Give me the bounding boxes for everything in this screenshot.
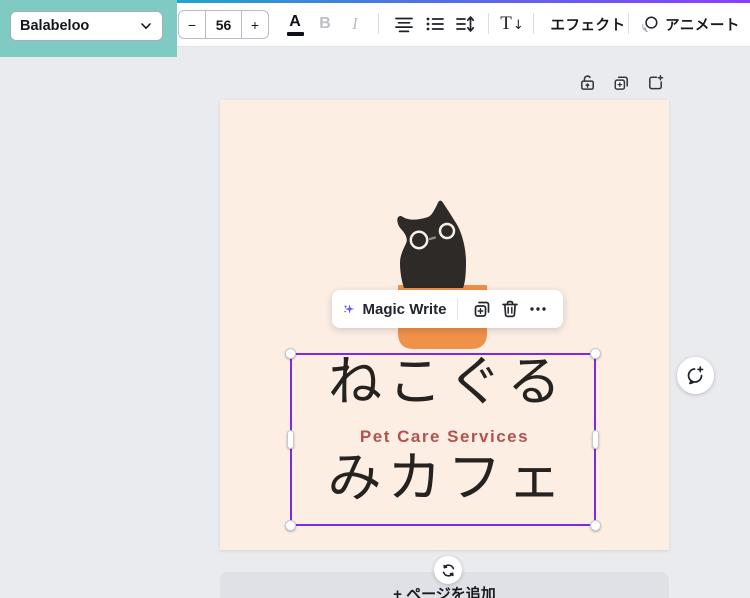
italic-button[interactable]: I bbox=[343, 8, 367, 40]
black-cat-illustration[interactable] bbox=[395, 197, 495, 352]
resize-handle-top-left[interactable] bbox=[285, 348, 296, 359]
add-page-icon-button[interactable] bbox=[642, 69, 668, 95]
text-align-button[interactable] bbox=[390, 8, 418, 40]
font-size-increase-button[interactable]: + bbox=[242, 11, 268, 38]
effects-button[interactable]: エフェクト bbox=[543, 8, 633, 40]
font-size-control: − 56 + bbox=[178, 10, 269, 39]
font-family-value: Balabeloo bbox=[20, 18, 90, 34]
resize-handle-bottom-right[interactable] bbox=[590, 520, 601, 531]
animate-icon bbox=[642, 16, 658, 32]
font-family-selector[interactable]: Balabeloo bbox=[10, 11, 163, 41]
duplicate-element-button[interactable] bbox=[472, 298, 492, 320]
bold-button[interactable]: B bbox=[312, 8, 338, 40]
unlock-icon bbox=[580, 74, 594, 90]
text-selection-box[interactable] bbox=[285, 348, 601, 531]
animate-button[interactable]: アニメート bbox=[638, 8, 742, 40]
text-color-button[interactable]: A bbox=[281, 8, 309, 40]
bullet-list-icon bbox=[426, 17, 444, 31]
animate-label: アニメート bbox=[665, 17, 740, 34]
bullet-list-button[interactable] bbox=[421, 8, 449, 40]
resize-handle-middle-left[interactable] bbox=[287, 429, 294, 449]
canva-editor: − 56 + A B I T ↓ エフェクト アニメート Balabeloo ね… bbox=[0, 0, 750, 598]
duplicate-icon bbox=[614, 76, 628, 90]
add-page-icon bbox=[648, 74, 663, 89]
magic-write-button[interactable]: Magic Write bbox=[363, 301, 447, 318]
toolbar-divider bbox=[628, 13, 629, 34]
duplicate-page-button[interactable] bbox=[608, 69, 634, 95]
font-size-decrease-button[interactable]: − bbox=[179, 11, 205, 38]
resize-handle-top-right[interactable] bbox=[590, 348, 601, 359]
duplicate-icon bbox=[474, 301, 490, 317]
cat-nose bbox=[428, 236, 437, 241]
ellipsis-icon bbox=[530, 307, 546, 311]
lock-page-button[interactable] bbox=[574, 69, 600, 95]
font-size-value[interactable]: 56 bbox=[205, 11, 242, 38]
trash-icon bbox=[502, 300, 518, 318]
chevron-down-icon bbox=[141, 23, 151, 29]
text-color-letter: A bbox=[289, 13, 301, 31]
toolbar-divider bbox=[457, 298, 458, 320]
toolbar-divider bbox=[488, 13, 489, 34]
align-center-icon bbox=[395, 17, 413, 33]
delete-element-button[interactable] bbox=[500, 298, 520, 320]
cat-body bbox=[397, 200, 466, 288]
text-toolbar: − 56 + A B I T ↓ エフェクト アニメート Balabeloo bbox=[0, 0, 750, 57]
comment-plus-icon bbox=[687, 366, 704, 385]
sync-icon bbox=[442, 563, 454, 577]
toolbar-divider bbox=[378, 13, 379, 34]
line-spacing-button[interactable] bbox=[451, 8, 479, 40]
toolbar-divider bbox=[533, 13, 534, 34]
magic-write-sparkle-icon bbox=[343, 304, 355, 314]
text-color-swatch bbox=[286, 32, 304, 36]
resize-handle-bottom-left[interactable] bbox=[285, 520, 296, 531]
vertical-text-letter: T bbox=[500, 13, 512, 34]
floating-element-toolbar: Magic Write bbox=[332, 290, 563, 328]
more-options-button[interactable] bbox=[528, 298, 548, 320]
resize-handle-middle-right[interactable] bbox=[592, 429, 599, 449]
line-spacing-icon bbox=[456, 16, 475, 32]
add-comment-button[interactable] bbox=[677, 357, 714, 394]
page-actions bbox=[574, 69, 668, 95]
down-arrow-icon: ↓ bbox=[512, 18, 524, 33]
sync-pages-button[interactable] bbox=[434, 556, 462, 584]
vertical-text-button[interactable]: T ↓ bbox=[496, 8, 528, 40]
workspace: ねこぐる Pet Care Services みカフェ Magic Write … bbox=[0, 47, 750, 598]
